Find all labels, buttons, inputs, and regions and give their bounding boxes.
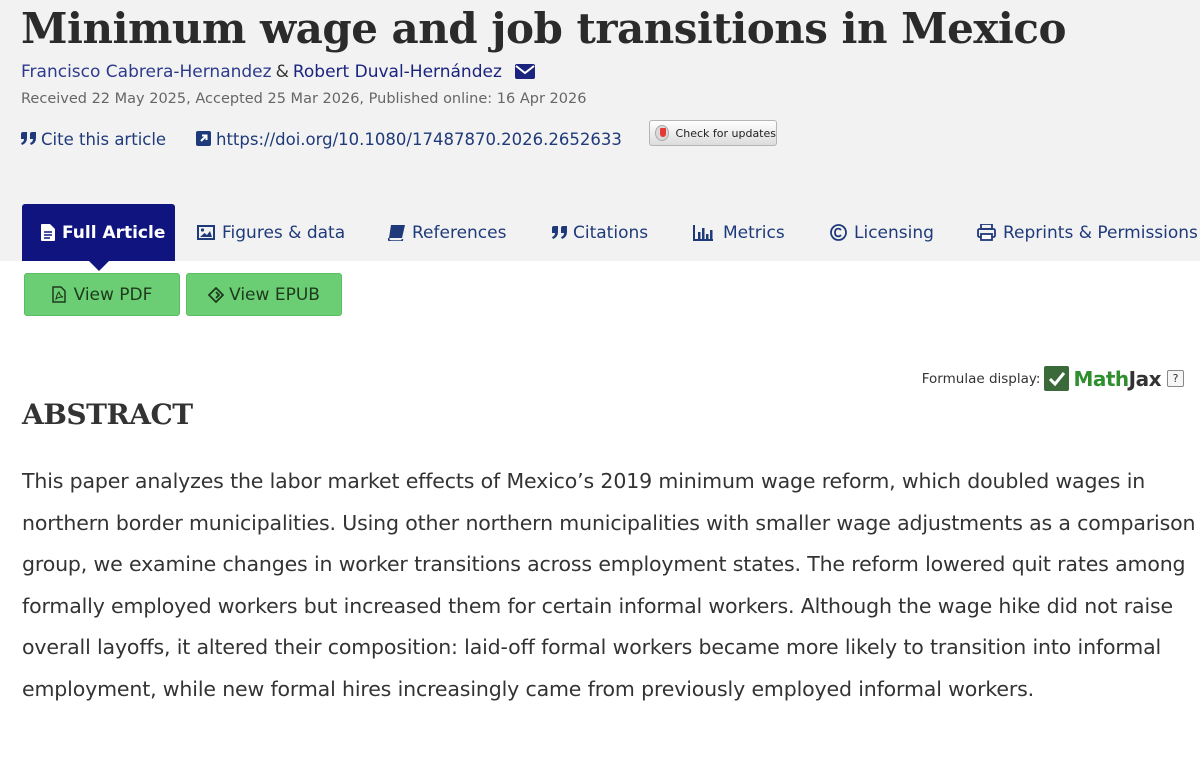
formulae-display: Formulae display: MathJax ? [922, 366, 1184, 391]
crossmark-icon [655, 125, 669, 141]
abstract-text: This paper analyzes the labor market eff… [22, 469, 1196, 701]
article-header: Minimum wage and job transitions in Mexi… [0, 0, 1200, 271]
image-icon [197, 225, 215, 240]
epub-icon [208, 286, 225, 303]
author-link[interactable]: Francisco Cabrera-Hernandez [21, 62, 272, 82]
tab-label: Metrics [723, 222, 785, 243]
quote-icon [552, 225, 567, 239]
bar-chart-icon [693, 224, 713, 241]
tab-label: Reprints & Permissions [1003, 222, 1198, 243]
tab-references[interactable]: References [388, 204, 506, 261]
mathjax-logo: MathJax [1073, 366, 1161, 391]
doi-link[interactable]: https://doi.org/10.1080/17487870.2026.26… [196, 130, 622, 149]
tab-reprints-permissions[interactable]: Reprints & Permissions [977, 204, 1198, 261]
quote-icon [21, 132, 36, 145]
help-icon[interactable]: ? [1167, 370, 1184, 387]
tab-citations[interactable]: Citations [552, 204, 648, 261]
tab-metrics[interactable]: Metrics [693, 204, 785, 261]
book-icon [388, 224, 405, 241]
view-pdf-button[interactable]: View PDF [24, 273, 180, 316]
abstract-heading: ABSTRACT [22, 398, 193, 431]
article-tabs: Full Article Figures & data References C… [0, 204, 1200, 271]
check-updates-label: Check for updates [675, 126, 776, 140]
doi-text: https://doi.org/10.1080/17487870.2026.26… [216, 130, 622, 149]
cite-label: Cite this article [41, 130, 167, 149]
pdf-file-icon [51, 286, 66, 303]
view-epub-button[interactable]: View EPUB [186, 273, 342, 316]
tab-figures-data[interactable]: Figures & data [197, 204, 345, 261]
author-separator: & [275, 62, 289, 82]
external-link-icon [196, 131, 211, 146]
file-icon [41, 224, 55, 241]
view-pdf-label: View PDF [73, 284, 153, 305]
check-for-updates-button[interactable]: Check for updates [649, 120, 777, 146]
cite-this-article-link[interactable]: Cite this article [21, 130, 166, 149]
view-epub-label: View EPUB [229, 284, 320, 305]
checkbox-checked-icon[interactable] [1044, 366, 1070, 391]
print-icon [977, 224, 996, 241]
formulae-label: Formulae display: [921, 370, 1041, 387]
tab-label: Citations [573, 222, 649, 243]
copyright-icon [830, 224, 847, 241]
tab-label: References [412, 222, 507, 243]
author-list: Francisco Cabrera-Hernandez & Robert Duval… [21, 62, 536, 84]
tab-label: Figures & data [222, 222, 346, 243]
envelope-icon[interactable] [515, 64, 536, 84]
tab-label: Full Article [62, 222, 166, 243]
publication-dates: Received 22 May 2025, Accepted 25 Mar 20… [21, 91, 587, 107]
tab-licensing[interactable]: Licensing [830, 204, 934, 261]
tab-full-article[interactable]: Full Article [22, 204, 175, 271]
article-title: Minimum wage and job transitions in Mexi… [21, 4, 1066, 53]
corresponding-author-link[interactable]: Robert Duval-Hernández [293, 62, 502, 82]
tab-label: Licensing [854, 222, 934, 243]
